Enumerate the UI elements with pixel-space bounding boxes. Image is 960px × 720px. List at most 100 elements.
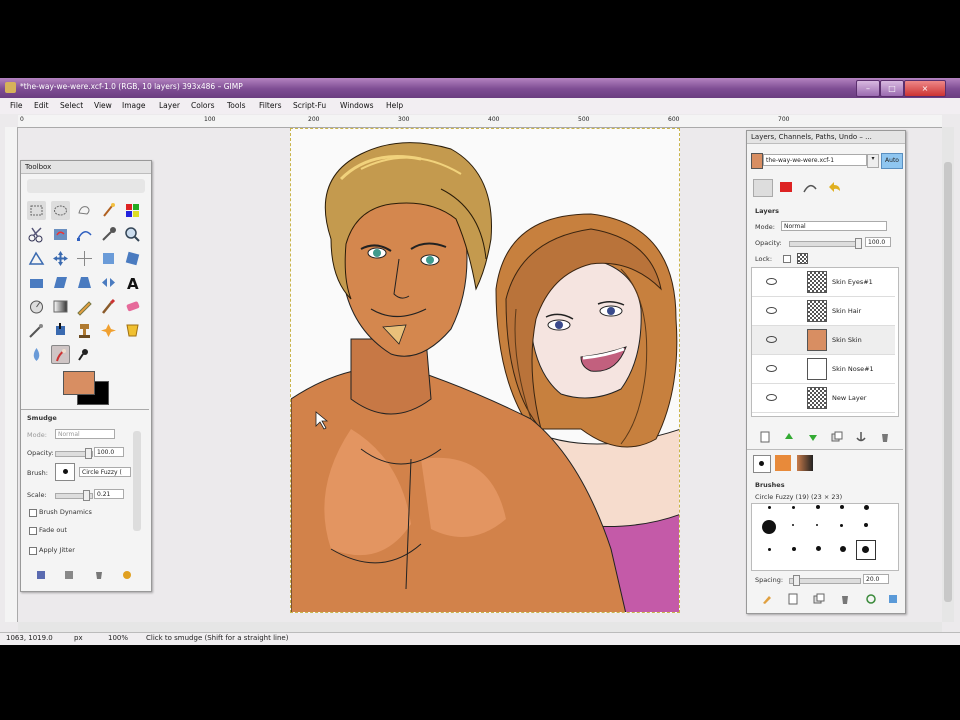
tab-undo[interactable] — [825, 179, 843, 195]
tab-channels[interactable] — [777, 179, 795, 195]
layer-row[interactable]: Skin Skin — [752, 326, 895, 355]
options-scrollbar[interactable] — [133, 431, 141, 531]
save-options-icon[interactable] — [35, 569, 47, 581]
heal-tool-icon[interactable] — [99, 321, 118, 340]
fuzzy-select-tool-icon[interactable] — [99, 201, 118, 220]
menu-windows[interactable]: Windows — [340, 101, 373, 110]
scale-tool-icon[interactable] — [27, 273, 46, 292]
foreground-color-swatch[interactable] — [63, 371, 95, 395]
brush-item[interactable] — [768, 548, 771, 551]
layer-mode-select[interactable]: Normal — [781, 221, 887, 231]
layer-row[interactable]: Skin Eyes#1 — [752, 268, 895, 297]
restore-options-icon[interactable] — [63, 569, 75, 581]
delete-layer-icon[interactable] — [879, 431, 891, 443]
menu-edit[interactable]: Edit — [34, 101, 49, 110]
ink-tool-icon[interactable] — [51, 321, 70, 340]
visibility-eye-icon[interactable] — [766, 307, 777, 314]
delete-brush-icon[interactable] — [839, 593, 851, 605]
brush-item[interactable] — [816, 546, 821, 551]
ellipse-select-tool-icon[interactable] — [51, 201, 70, 220]
maximize-button[interactable]: □ — [880, 80, 904, 97]
brush-preview[interactable] — [55, 463, 75, 481]
layer-opacity-slider[interactable] — [789, 241, 859, 247]
menu-help[interactable]: Help — [386, 101, 403, 110]
scrollbar-thumb[interactable] — [944, 162, 952, 602]
opacity-slider-handle[interactable] — [85, 448, 92, 459]
brush-dynamics-expander[interactable] — [29, 509, 37, 517]
visibility-eye-icon[interactable] — [766, 365, 777, 372]
tab-patterns[interactable] — [775, 455, 791, 471]
new-layer-icon[interactable] — [759, 431, 771, 443]
menu-view[interactable]: View — [94, 101, 112, 110]
measure-tool-icon[interactable] — [27, 249, 46, 268]
shear-tool-icon[interactable] — [51, 273, 70, 292]
opacity-input[interactable]: 100.0 — [94, 447, 124, 457]
layer-opacity-handle[interactable] — [855, 238, 862, 249]
scale-input[interactable]: 0.21 — [94, 489, 124, 499]
brush-name-field[interactable]: Circle Fuzzy ( — [79, 467, 131, 477]
color-picker-tool-icon[interactable] — [99, 225, 118, 244]
new-brush-icon[interactable] — [787, 593, 799, 605]
tab-gradients[interactable] — [797, 455, 813, 471]
perspective-clone-tool-icon[interactable] — [123, 321, 142, 340]
image-select[interactable]: the-way-we-were.xcf-1 — [763, 154, 867, 166]
menu-layer[interactable]: Layer — [159, 101, 180, 110]
zoom-select[interactable]: 100% — [108, 634, 128, 642]
brush-item[interactable] — [768, 506, 771, 509]
scale-slider-handle[interactable] — [83, 490, 90, 501]
edit-brush-icon[interactable] — [761, 593, 773, 605]
tab-layers[interactable] — [753, 179, 773, 197]
open-brushes-dialog-icon[interactable] — [887, 593, 899, 605]
close-button[interactable]: × — [904, 80, 946, 97]
anchor-layer-icon[interactable] — [855, 431, 867, 443]
clone-tool-icon[interactable] — [75, 321, 94, 340]
brush-item[interactable] — [792, 506, 795, 509]
visibility-eye-icon[interactable] — [766, 278, 777, 285]
horizontal-scrollbar[interactable] — [18, 622, 942, 632]
menu-script-fu[interactable]: Script-Fu — [293, 101, 326, 110]
brush-item[interactable] — [792, 547, 796, 551]
move-tool-icon[interactable] — [51, 249, 70, 268]
delete-options-icon[interactable] — [93, 569, 105, 581]
bucket-fill-tool-icon[interactable] — [27, 297, 46, 316]
airbrush-tool-icon[interactable] — [27, 321, 46, 340]
apply-jitter-checkbox[interactable] — [29, 547, 37, 555]
smudge-tool-icon[interactable] — [51, 345, 70, 364]
brush-item[interactable] — [792, 524, 794, 526]
brush-item[interactable] — [840, 524, 843, 527]
select-by-color-tool-icon[interactable] — [123, 201, 142, 220]
fade-out-checkbox[interactable] — [29, 527, 37, 535]
menu-filters[interactable]: Filters — [259, 101, 281, 110]
reset-options-icon[interactable] — [121, 569, 133, 581]
brush-item[interactable] — [816, 524, 818, 526]
perspective-tool-icon[interactable] — [75, 273, 94, 292]
blend-tool-icon[interactable] — [51, 297, 70, 316]
tab-paths[interactable] — [801, 179, 819, 195]
menu-colors[interactable]: Colors — [191, 101, 215, 110]
rotate-tool-icon[interactable] — [123, 249, 142, 268]
menu-image[interactable]: Image — [122, 101, 146, 110]
unit-select[interactable]: px — [74, 634, 83, 642]
tab-brushes[interactable] — [753, 455, 771, 473]
text-tool-icon[interactable]: A — [123, 273, 142, 293]
vertical-ruler[interactable] — [5, 127, 18, 622]
vertical-scrollbar[interactable] — [942, 127, 954, 622]
brush-item[interactable] — [864, 523, 868, 527]
lower-layer-icon[interactable] — [807, 431, 819, 443]
selected-brush-item[interactable] — [856, 540, 876, 560]
auto-button[interactable]: Auto — [881, 153, 903, 169]
wilber-drop-area[interactable] — [27, 179, 145, 193]
spacing-input[interactable]: 20.0 — [863, 574, 889, 584]
layer-row[interactable]: Skin Nose#1 — [752, 355, 895, 384]
blur-tool-icon[interactable] — [27, 345, 46, 364]
dodge-burn-tool-icon[interactable] — [75, 345, 94, 364]
refresh-brushes-icon[interactable] — [865, 593, 877, 605]
layer-row[interactable]: Skin Hair — [752, 297, 895, 326]
free-select-tool-icon[interactable] — [75, 201, 94, 220]
zoom-tool-icon[interactable] — [123, 225, 142, 244]
layers-list[interactable]: Skin Eyes#1 Skin Hair Skin Skin Skin Nos… — [751, 267, 899, 417]
menu-file[interactable]: File — [10, 101, 23, 110]
horizontal-ruler[interactable]: 0 100 200 300 400 500 600 700 — [18, 115, 942, 128]
brush-item[interactable] — [840, 546, 846, 552]
brush-item[interactable] — [864, 505, 869, 510]
